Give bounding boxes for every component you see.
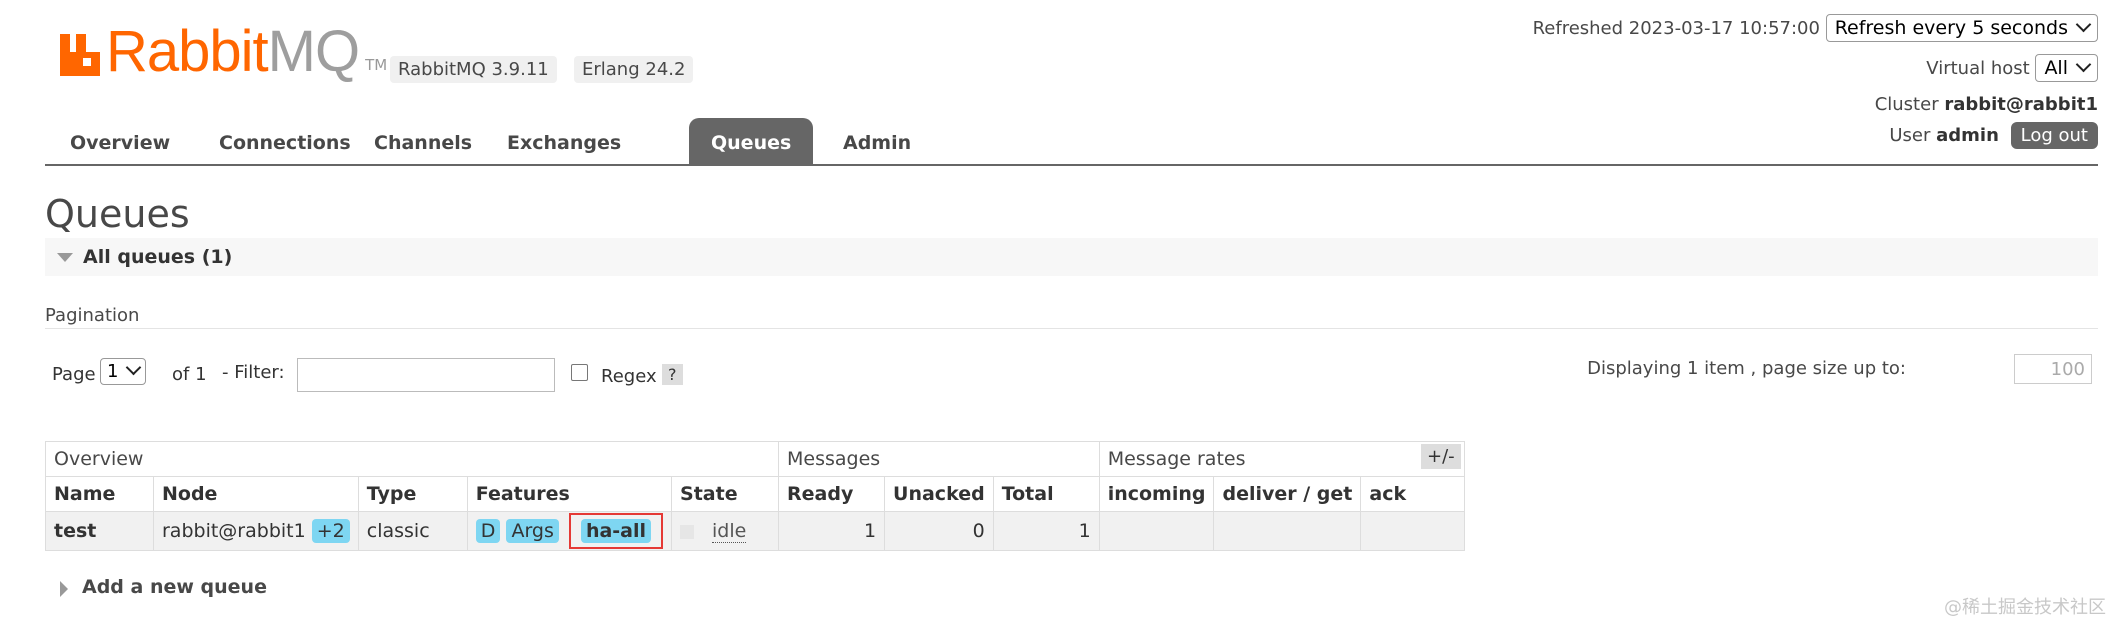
table-header-row: Name Node Type Features State Ready Unac…: [45, 476, 1466, 512]
rabbitmq-version-badge: RabbitMQ 3.9.11: [390, 56, 557, 83]
feature-policy-badge[interactable]: ha-all: [580, 519, 652, 543]
rabbit-logo-icon: [58, 32, 102, 78]
cluster-row: Cluster rabbit@rabbit1: [1875, 94, 2098, 115]
tab-overview[interactable]: Overview: [48, 118, 192, 164]
group-messages: Messages: [778, 441, 1100, 477]
vhost-label: Virtual host: [1926, 58, 2030, 79]
col-unacked[interactable]: Unacked: [884, 476, 994, 512]
displaying-info: Displaying 1 item , page size up to:: [1587, 358, 1906, 379]
erlang-version-badge: Erlang 24.2: [574, 56, 694, 83]
columns-toggle-button[interactable]: +/-: [1421, 444, 1461, 469]
tab-admin[interactable]: Admin: [821, 118, 933, 164]
feature-args-badge: Args: [506, 519, 559, 543]
cluster-name: rabbit@rabbit1: [1944, 94, 2098, 115]
table-row[interactable]: test rabbit@rabbit1 +2 classic D Args ha…: [45, 511, 1466, 551]
page-of-label: of 1: [172, 364, 207, 385]
chevron-down-icon: [2075, 56, 2092, 73]
vhost-row: Virtual host All: [1926, 54, 2098, 82]
regex-checkbox[interactable]: [571, 364, 588, 381]
queue-type: classic: [357, 511, 468, 551]
rabbitmq-logo: RabbitMQ TM: [58, 19, 388, 84]
vhost-select[interactable]: All: [2035, 54, 2098, 82]
logo-wordmark: RabbitMQ: [106, 19, 360, 84]
queue-node-cell: rabbit@rabbit1 +2: [153, 511, 359, 551]
filter-input[interactable]: [297, 358, 555, 392]
col-ack[interactable]: ack: [1360, 476, 1466, 512]
queue-node: rabbit@rabbit1: [162, 520, 306, 542]
add-queue-toggle[interactable]: Add a new queue: [82, 576, 267, 598]
highlight-box: ha-all: [568, 513, 664, 549]
tab-channels[interactable]: Channels: [352, 118, 494, 164]
tab-exchanges[interactable]: Exchanges: [485, 118, 643, 164]
chevron-down-icon: [126, 359, 142, 376]
page-title: Queues: [45, 192, 190, 236]
group-overview: Overview: [44, 441, 780, 477]
page-label: Page: [52, 364, 96, 385]
col-name[interactable]: Name: [45, 476, 154, 512]
chevron-down-icon: [2075, 16, 2092, 33]
expand-triangle-icon: [60, 581, 68, 597]
watermark: @稀土掘金技术社区: [1944, 597, 2106, 618]
queue-features-cell: D Args ha-all: [466, 511, 673, 551]
refreshed-timestamp: Refreshed 2023-03-17 10:57:00: [1532, 18, 1820, 39]
rate-incoming: [1098, 511, 1215, 551]
queue-state: idle: [712, 520, 747, 543]
page-select[interactable]: 1: [100, 358, 147, 385]
messages-unacked: 0: [884, 511, 994, 551]
messages-total: 1: [992, 511, 1100, 551]
queue-state-cell: idle: [671, 511, 780, 551]
col-features[interactable]: Features: [466, 476, 673, 512]
cluster-label: Cluster: [1874, 94, 1939, 115]
collapse-triangle-icon: [57, 253, 73, 262]
logo-trademark: TM: [365, 56, 388, 74]
queue-name-link[interactable]: test: [45, 511, 154, 551]
table-group-header-row: Overview Messages Message rates: [44, 441, 1466, 477]
col-deliver-get[interactable]: deliver / get: [1213, 476, 1362, 512]
col-ready[interactable]: Ready: [778, 476, 886, 512]
col-type[interactable]: Type: [357, 476, 468, 512]
queues-table: Overview Messages Message rates Name Nod…: [44, 441, 1466, 551]
group-message-rates: Message rates: [1098, 441, 1466, 477]
page-size-input[interactable]: 100: [2014, 354, 2092, 384]
col-node[interactable]: Node: [153, 476, 359, 512]
col-total[interactable]: Total: [992, 476, 1100, 512]
rate-ack: [1360, 511, 1466, 551]
all-queues-section-toggle[interactable]: All queues (1): [45, 238, 2098, 276]
col-incoming[interactable]: incoming: [1098, 476, 1215, 512]
section-title: All queues (1): [83, 246, 233, 268]
regex-help-button[interactable]: ?: [662, 364, 683, 385]
tab-connections[interactable]: Connections: [197, 118, 373, 164]
messages-ready: 1: [778, 511, 886, 551]
rate-deliver-get: [1213, 511, 1362, 551]
state-indicator-icon: [680, 524, 695, 539]
filter-label: - Filter:: [222, 362, 285, 383]
main-nav-tabs: Overview Connections Channels Exchanges …: [45, 118, 2098, 166]
col-state[interactable]: State: [671, 476, 780, 512]
mirror-count-badge: +2: [311, 519, 350, 543]
feature-durable-badge: D: [475, 519, 501, 543]
pagination-divider: [45, 328, 2098, 329]
regex-label: Regex: [601, 366, 657, 387]
tab-queues[interactable]: Queues: [689, 118, 814, 164]
refresh-interval-select[interactable]: Refresh every 5 seconds: [1825, 14, 2098, 42]
refresh-row: Refreshed 2023-03-17 10:57:00 Refresh ev…: [1533, 14, 2098, 42]
pagination-label: Pagination: [45, 305, 140, 326]
